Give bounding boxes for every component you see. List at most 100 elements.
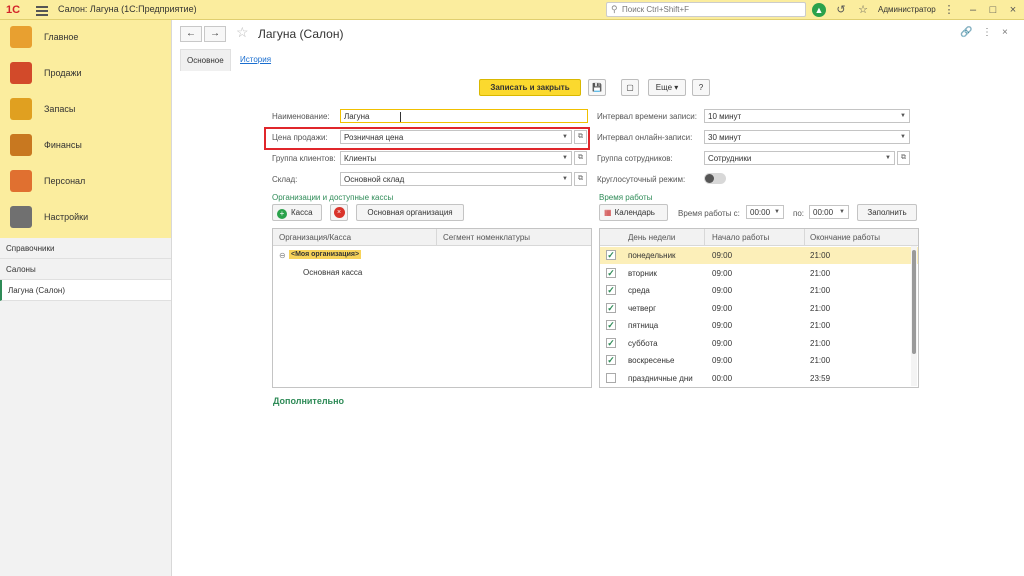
back-button[interactable]: ← <box>180 26 202 42</box>
table-row[interactable]: ✓ воскресенье 09:00 21:00 <box>600 352 918 369</box>
col-start[interactable]: Начало работы <box>712 233 769 242</box>
form-area: ← → ☆ Лагуна (Салон) 🔗 ⋮ × Основное Исто… <box>172 20 1024 576</box>
title-bar: 1С Салон: Лагуна (1С:Предприятие) ⚲ ▲ ↺ … <box>0 0 1024 20</box>
table-row[interactable]: Основная касса <box>273 264 591 281</box>
table-row[interactable]: ⊖ <Моя организация> <box>273 247 591 264</box>
open-price-icon[interactable]: ⧉ <box>574 130 587 144</box>
calendar-button[interactable]: ▦ Календарь <box>599 204 668 221</box>
delete-button[interactable]: × <box>330 204 348 221</box>
cell-day: праздничные дни <box>628 373 693 383</box>
section-label: Персонал <box>44 176 86 186</box>
work-to-label: по: <box>793 209 805 218</box>
online-interval-select[interactable]: 30 минут ▼ <box>704 130 910 144</box>
work-to-field[interactable]: 00:00 ▼ <box>809 205 849 219</box>
table-row[interactable]: ✓ пятница 09:00 21:00 <box>600 317 918 334</box>
notifications-bell-icon[interactable]: ▲ <box>812 3 826 17</box>
section-item[interactable]: Персонал <box>0 164 171 200</box>
allday-toggle[interactable] <box>704 173 726 184</box>
minimize-icon[interactable]: – <box>966 3 980 17</box>
chevron-down-icon[interactable]: ▼ <box>836 206 848 218</box>
table-row[interactable]: ✓ четверг 09:00 21:00 <box>600 300 918 317</box>
form-close-icon[interactable]: × <box>1002 27 1008 38</box>
day-checkbox[interactable]: ✓ <box>606 267 616 278</box>
name-value: Лагуна <box>344 112 370 121</box>
warehouse-select[interactable]: Основной склад ▼ <box>340 172 572 186</box>
interval-value: 10 минут <box>708 112 742 121</box>
chevron-down-icon[interactable]: ▼ <box>559 131 571 143</box>
day-checkbox[interactable]: ✓ <box>606 355 616 365</box>
chevron-down-icon[interactable]: ▼ <box>559 152 571 164</box>
add-favorite-star-icon[interactable]: ☆ <box>236 24 249 41</box>
cell-day: пятница <box>628 321 659 330</box>
name-field[interactable]: Лагуна <box>340 109 588 123</box>
table-row[interactable]: ✓ среда 09:00 21:00 <box>600 282 918 299</box>
section-item[interactable]: Финансы <box>0 128 171 164</box>
chevron-down-icon[interactable]: ▼ <box>897 110 909 122</box>
main-org-button[interactable]: Основная организация <box>356 204 464 221</box>
help-button[interactable]: ? <box>692 79 710 96</box>
maximize-icon[interactable]: □ <box>986 3 1000 17</box>
day-checkbox[interactable]: ✓ <box>606 320 616 330</box>
print-icon[interactable]: ▢ <box>621 79 639 96</box>
nav-item[interactable]: Салоны <box>0 259 171 280</box>
save-and-close-button[interactable]: Записать и закрыть <box>479 79 581 96</box>
col-segment[interactable]: Сегмент номенклатуры <box>443 233 530 242</box>
open-client-group-icon[interactable]: ⧉ <box>574 151 587 165</box>
current-user[interactable]: Администратор <box>878 5 936 14</box>
chevron-down-icon[interactable]: ▼ <box>897 131 909 143</box>
day-checkbox[interactable]: ✓ <box>606 302 616 313</box>
chevron-down-icon[interactable]: ▼ <box>882 152 894 164</box>
fill-button[interactable]: Заполнить <box>857 204 917 221</box>
close-window-icon[interactable]: × <box>1006 3 1020 17</box>
cell-start: 09:00 <box>712 251 733 260</box>
hamburger-menu-icon[interactable] <box>36 4 48 16</box>
history-icon[interactable]: ↺ <box>834 3 848 17</box>
section-item[interactable]: Главное <box>0 20 171 56</box>
form-more-icon[interactable]: ⋮ <box>982 27 992 38</box>
nav-item[interactable]: Лагуна (Салон) <box>0 280 171 301</box>
tab-main[interactable]: Основное <box>180 49 231 71</box>
work-from-field[interactable]: 00:00 ▼ <box>746 205 784 219</box>
save-disk-icon[interactable]: 💾 <box>588 79 606 96</box>
client-group-select[interactable]: Клиенты ▼ <box>340 151 572 165</box>
chevron-down-icon[interactable]: ▼ <box>771 206 783 218</box>
table-row[interactable]: ✓ понедельник 09:00 21:00 <box>600 247 918 264</box>
interval-select[interactable]: 10 минут ▼ <box>704 109 910 123</box>
global-search[interactable]: ⚲ <box>606 2 806 17</box>
chevron-down-icon[interactable]: ▼ <box>559 173 571 185</box>
more-menu-icon[interactable]: ⋮ <box>942 3 956 17</box>
price-select[interactable]: Розничная цена ▼ <box>340 130 572 144</box>
additional-section-link[interactable]: Дополнительно <box>273 396 344 406</box>
table-row[interactable]: ✓ вторник 09:00 21:00 <box>600 265 918 282</box>
forward-button[interactable]: → <box>204 26 226 42</box>
scrollbar-thumb[interactable] <box>912 250 916 354</box>
day-checkbox[interactable]: ✓ <box>606 337 616 348</box>
day-checkbox[interactable]: ✓ <box>606 250 616 260</box>
day-checkbox[interactable]: ✓ <box>606 285 616 295</box>
nav-item[interactable]: Справочники <box>0 238 171 259</box>
open-staff-group-icon[interactable]: ⧉ <box>897 151 910 165</box>
add-cashbox-button[interactable]: + Касса <box>272 204 322 221</box>
section-item[interactable]: Продажи <box>0 56 171 92</box>
more-button[interactable]: Еще ▾ <box>648 79 686 96</box>
section-item[interactable]: Запасы <box>0 92 171 128</box>
link-icon[interactable]: 🔗 <box>960 27 972 38</box>
section-item[interactable]: Настройки <box>0 200 171 236</box>
staff-group-select[interactable]: Сотрудники ▼ <box>704 151 895 165</box>
table-row[interactable]: ✓ суббота 09:00 21:00 <box>600 335 918 352</box>
favorites-star-icon[interactable]: ☆ <box>856 3 870 17</box>
calendar-label: Календарь <box>614 208 655 217</box>
col-org[interactable]: Организация/Касса <box>279 233 351 242</box>
work-table-scrollbar[interactable] <box>911 246 917 386</box>
price-value: Розничная цена <box>344 133 404 142</box>
collapse-icon[interactable]: ⊖ <box>279 251 286 260</box>
cell-start: 09:00 <box>712 321 733 330</box>
col-end[interactable]: Окончание работы <box>810 233 880 242</box>
tab-history[interactable]: История <box>234 49 277 71</box>
work-to-value: 00:00 <box>813 208 834 217</box>
table-row[interactable]: праздничные дни 00:00 23:59 <box>600 370 918 387</box>
day-checkbox[interactable] <box>606 372 616 383</box>
search-input[interactable] <box>622 4 802 15</box>
col-day[interactable]: День недели <box>628 233 675 242</box>
open-warehouse-icon[interactable]: ⧉ <box>574 172 587 186</box>
